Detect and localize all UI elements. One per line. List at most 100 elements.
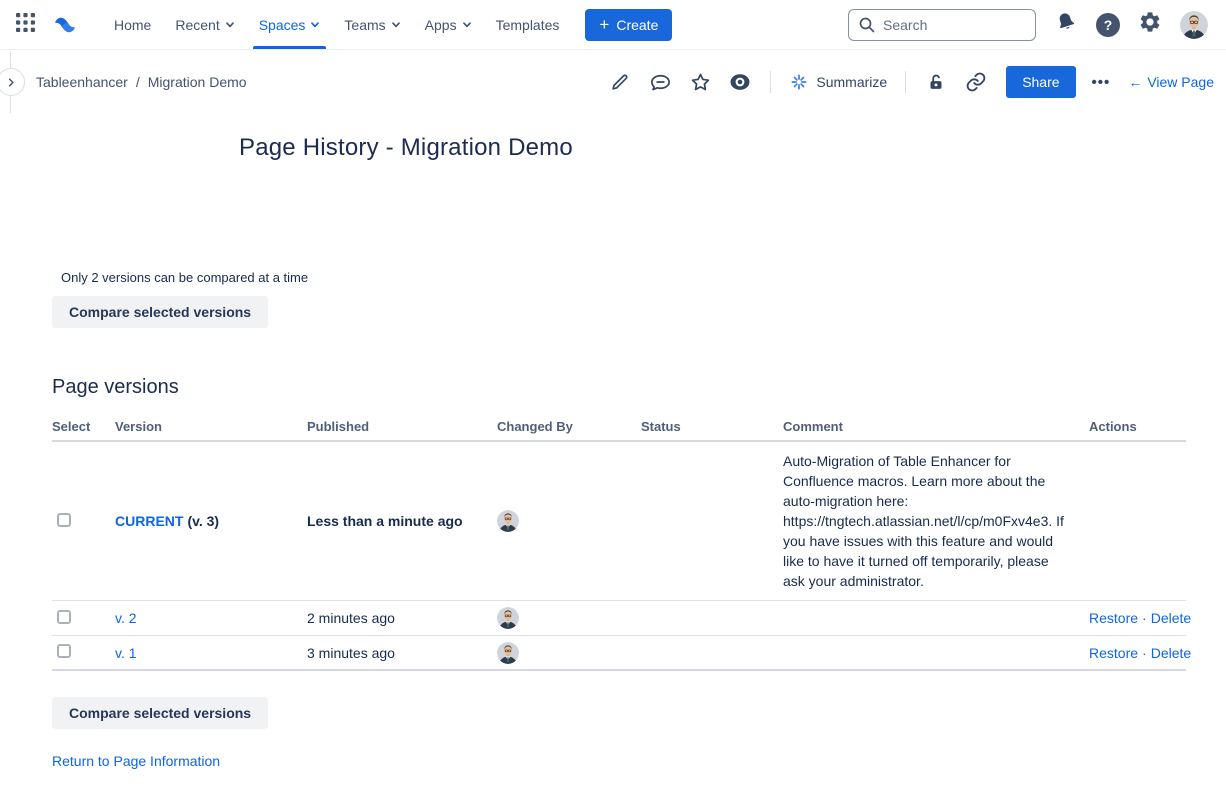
comments-button[interactable] [644, 67, 676, 97]
page-toolbar: Summarize Share ••• ← View Page [604, 66, 1214, 98]
help-button[interactable]: ? [1096, 13, 1120, 37]
bell-icon [1054, 10, 1078, 39]
restore-link[interactable]: Restore [1089, 645, 1138, 661]
page-title: Page History - Migration Demo [239, 134, 1226, 162]
favorite-button[interactable] [684, 67, 716, 97]
chevron-down-icon [462, 20, 472, 30]
delete-link[interactable]: Delete [1151, 610, 1191, 626]
column-header-published: Published [307, 419, 497, 434]
nav-label: Home [114, 17, 151, 33]
column-header-changed-by: Changed By [497, 419, 641, 434]
page-versions-table: Select Version Published Changed By Stat… [52, 413, 1186, 671]
chevron-down-icon [391, 20, 401, 30]
version-comment: Auto-Migration of Table Enhancer for Con… [783, 442, 1089, 600]
view-page-link[interactable]: ← View Page [1128, 74, 1214, 90]
compare-selected-versions-button-bottom[interactable]: Compare selected versions [52, 697, 268, 729]
version-link[interactable]: v. 2 [115, 610, 137, 626]
table-header-row: Select Version Published Changed By Stat… [52, 413, 1186, 442]
summarize-button[interactable]: Summarize [785, 72, 891, 92]
column-header-comment: Comment [783, 419, 1089, 434]
breadcrumb: Tableenhancer / Migration Demo [36, 74, 247, 90]
version-checkbox[interactable] [57, 513, 71, 527]
nav-label: Spaces [259, 17, 306, 33]
active-tab-indicator [253, 46, 327, 49]
search-icon [858, 16, 876, 34]
summarize-label: Summarize [816, 74, 887, 90]
changed-by-avatar[interactable] [497, 607, 519, 629]
current-version-link[interactable]: CURRENT [115, 513, 183, 529]
profile-button[interactable] [1180, 11, 1208, 39]
left-arrow-icon: ← [1128, 74, 1142, 90]
breadcrumb-page-link[interactable]: Migration Demo [148, 74, 247, 90]
table-row: CURRENT(v. 3) Less than a minute ago Aut… [52, 442, 1186, 601]
changed-by-avatar[interactable] [497, 642, 519, 664]
confluence-logo[interactable] [50, 12, 80, 38]
chevron-right-icon [5, 76, 18, 89]
restore-link[interactable]: Restore [1089, 610, 1138, 626]
breadcrumb-bar: Tableenhancer / Migration Demo [0, 60, 1226, 104]
app-switcher-button[interactable] [12, 12, 38, 38]
published-time: Less than a minute ago [307, 513, 497, 529]
column-header-select: Select [52, 419, 115, 434]
top-navigation: Home Recent Spaces Teams Apps Templates … [0, 0, 1226, 50]
nav-label: Templates [496, 17, 560, 33]
more-actions-button[interactable]: ••• [1084, 74, 1119, 91]
expand-sidebar-button[interactable] [0, 68, 25, 96]
nav-item-teams[interactable]: Teams [332, 0, 412, 49]
edit-button[interactable] [604, 67, 636, 97]
notifications-button[interactable] [1054, 10, 1078, 39]
ai-sparkle-icon [789, 72, 809, 92]
compare-selected-versions-button-top[interactable]: Compare selected versions [52, 296, 268, 328]
action-separator: · [1142, 645, 1147, 661]
delete-link[interactable]: Delete [1151, 645, 1191, 661]
version-link[interactable]: v. 1 [115, 645, 137, 661]
share-button[interactable]: Share [1006, 66, 1075, 98]
restrictions-button[interactable] [920, 67, 952, 97]
search-box [848, 9, 1036, 41]
copy-link-button[interactable] [960, 67, 992, 97]
actions-cell: Restore·Delete [1089, 610, 1186, 626]
question-glyph: ? [1104, 17, 1113, 33]
link-icon [965, 71, 987, 93]
published-time: 2 minutes ago [307, 610, 497, 626]
page-versions-heading: Page versions [52, 376, 1226, 399]
version-number: (v. 3) [187, 513, 219, 529]
nav-item-spaces[interactable]: Spaces [247, 0, 333, 49]
nav-item-templates[interactable]: Templates [484, 0, 572, 49]
nav-label: Recent [175, 17, 219, 33]
star-icon [689, 71, 712, 94]
column-header-version: Version [115, 419, 307, 434]
nav-item-recent[interactable]: Recent [163, 0, 246, 49]
eye-icon [728, 70, 752, 94]
create-button[interactable]: + Create [585, 9, 672, 41]
nav-item-home[interactable]: Home [102, 0, 163, 49]
breadcrumb-separator: / [136, 74, 140, 90]
column-header-actions: Actions [1089, 419, 1186, 434]
changed-by-avatar[interactable] [497, 510, 519, 532]
version-checkbox[interactable] [57, 610, 71, 624]
nav-label: Apps [425, 17, 457, 33]
grid-icon [16, 13, 35, 37]
comment-icon [649, 71, 672, 94]
search-input[interactable] [848, 9, 1036, 41]
published-time: 3 minutes ago [307, 645, 497, 661]
return-to-page-information-link[interactable]: Return to Page Information [52, 753, 220, 769]
compare-hint-text: Only 2 versions can be compared at a tim… [61, 270, 1226, 285]
version-checkbox[interactable] [57, 644, 71, 658]
toolbar-divider [770, 71, 771, 93]
user-avatar [1180, 11, 1208, 39]
settings-button[interactable] [1138, 10, 1162, 39]
gear-icon [1138, 10, 1162, 39]
chevron-down-icon [310, 20, 320, 30]
watch-button[interactable] [724, 67, 756, 97]
pencil-icon [609, 71, 631, 93]
actions-cell: Restore·Delete [1089, 645, 1186, 661]
nav-item-apps[interactable]: Apps [413, 0, 484, 49]
question-mark-icon: ? [1096, 13, 1120, 37]
table-row: v. 1 3 minutes ago Restore·Delete [52, 636, 1186, 671]
table-row: v. 2 2 minutes ago Restore·Delete [52, 601, 1186, 636]
toolbar-divider [905, 71, 906, 93]
breadcrumb-space-link[interactable]: Tableenhancer [36, 74, 128, 90]
action-separator: · [1142, 610, 1147, 626]
unlock-icon [925, 71, 947, 93]
